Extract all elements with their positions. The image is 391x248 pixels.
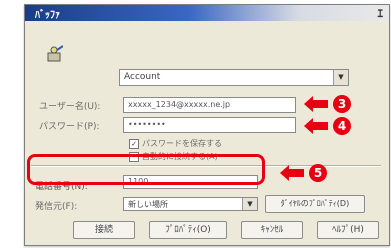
checkbox-checked-icon: ✓: [129, 138, 139, 149]
callout-arrow-icon: [304, 118, 328, 134]
save-password-label: パスワードを保存する: [142, 139, 222, 148]
connection-icon: [47, 45, 63, 62]
title-bar[interactable]: ﾊﾞｯﾌｧ ｴ: [25, 5, 389, 21]
callout-arrow-icon: [280, 165, 304, 181]
account-combo[interactable]: Account ▼: [119, 69, 349, 86]
chevron-down-icon[interactable]: ▼: [333, 70, 348, 85]
dial-from-label: 発信元(F):: [35, 202, 78, 212]
username-label: ユーザー名(U):: [39, 102, 101, 112]
save-password-checkbox[interactable]: ✓ パスワードを保存する: [129, 138, 222, 149]
account-combo-value: Account: [124, 72, 161, 82]
callout-arrow-icon: [304, 96, 328, 112]
window-title: ﾊﾞｯﾌｧ: [35, 10, 60, 21]
cancel-button[interactable]: ｷｬﾝｾﾙ: [241, 221, 303, 239]
callout-badge-3: 3: [333, 95, 351, 113]
callout-badge-5: 5: [309, 164, 327, 182]
close-icon[interactable]: ｴ: [378, 5, 384, 21]
dialing-properties-button[interactable]: ﾀﾞｲﾔﾙのﾌﾟﾛﾊﾟﾃｨ(D): [265, 195, 365, 213]
callout-badge-4: 4: [333, 117, 351, 135]
phone-highlight-frame: [27, 154, 265, 185]
help-button[interactable]: ﾍﾙﾌﾟ(H): [317, 221, 379, 239]
dial-from-combo[interactable]: 新しい場所 ▼: [123, 197, 258, 211]
password-value: ••••••••: [128, 120, 166, 129]
chevron-down-icon[interactable]: ▼: [242, 198, 257, 210]
password-field[interactable]: ••••••••: [123, 117, 296, 133]
username-field[interactable]: xxxxx_1234@xxxxx.ne.jp: [123, 97, 296, 113]
username-value: xxxxx_1234@xxxxx.ne.jp: [128, 100, 231, 109]
properties-button[interactable]: ﾌﾟﾛﾊﾟﾃｨ(O): [149, 221, 227, 239]
password-label: パスワード(P):: [39, 122, 100, 132]
dial-from-value: 新しい場所: [128, 200, 168, 209]
dial-button[interactable]: 接続: [73, 221, 135, 239]
